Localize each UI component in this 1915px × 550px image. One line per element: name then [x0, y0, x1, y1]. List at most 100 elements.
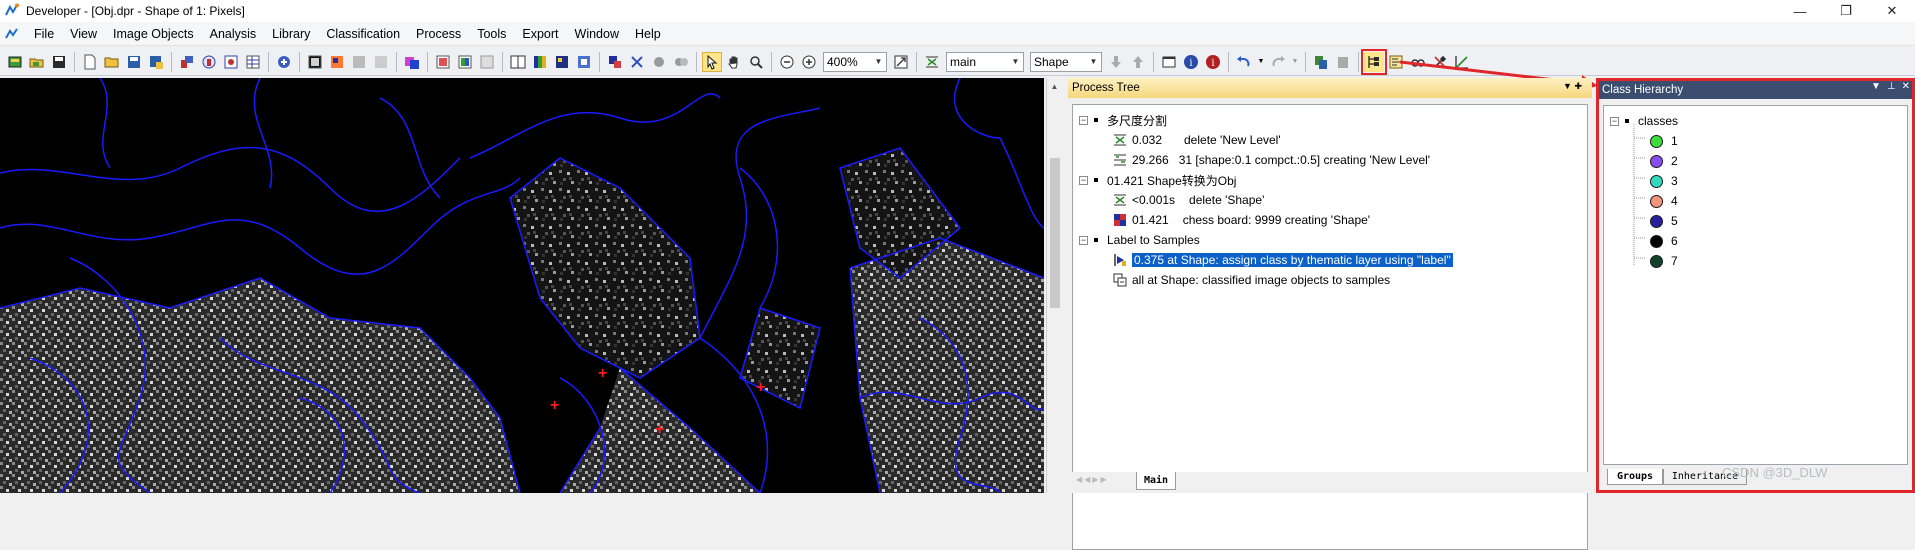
- menu-file[interactable]: File: [26, 22, 62, 46]
- image-viewer[interactable]: + + + +: [0, 78, 1044, 493]
- paste-icon[interactable]: [1333, 52, 1353, 72]
- shape-select[interactable]: Shape ▼: [1030, 51, 1102, 72]
- close-button[interactable]: ✕: [1869, 0, 1915, 22]
- view-layer-icon[interactable]: [305, 52, 325, 72]
- tree-node[interactable]: − 01.421 Shape转换为Obj: [1079, 171, 1236, 189]
- menu-window[interactable]: Window: [567, 22, 627, 46]
- tab-scroll-icon[interactable]: ◀◀▶▶: [1076, 475, 1109, 484]
- menu-analysis[interactable]: Analysis: [202, 22, 265, 46]
- panel-menu-icon[interactable]: ▼: [1871, 81, 1881, 92]
- split-view-icon[interactable]: [508, 52, 528, 72]
- delete-level-icon: [1113, 133, 1127, 147]
- zoom-to-window-icon[interactable]: [891, 52, 911, 72]
- class-item[interactable]: 5: [1650, 212, 1678, 230]
- collapse-icon[interactable]: −: [1079, 175, 1088, 185]
- class-color-icon: [1650, 174, 1663, 188]
- minimize-button[interactable]: —: [1777, 0, 1823, 22]
- class-item[interactable]: 1: [1650, 132, 1678, 150]
- merge-objects-icon[interactable]: [649, 52, 669, 72]
- layer-rgb-icon[interactable]: [433, 52, 453, 72]
- pin-icon[interactable]: ⊥: [1887, 81, 1896, 92]
- edit-highlight-colors-icon[interactable]: [402, 52, 422, 72]
- undo-icon[interactable]: [1234, 52, 1254, 72]
- pointer-icon[interactable]: [702, 51, 722, 72]
- panel-menu-icon[interactable]: ▼ ✚: [1563, 81, 1582, 92]
- menu-tools[interactable]: Tools: [469, 22, 514, 46]
- collapse-icon[interactable]: −: [1079, 115, 1088, 125]
- tree-node[interactable]: 29.266 31 [shape:0.1 compct.:0.5] creati…: [1113, 151, 1430, 169]
- tree-node-selected[interactable]: 0.375 at Shape: assign class by thematic…: [1113, 251, 1454, 269]
- collapse-icon[interactable]: −: [1610, 116, 1619, 126]
- menu-classification[interactable]: Classification: [318, 22, 408, 46]
- document-icon[interactable]: [4, 26, 20, 42]
- tab-main[interactable]: Main: [1136, 472, 1176, 490]
- class-item[interactable]: 7: [1650, 252, 1678, 270]
- segmentation-icon[interactable]: [922, 52, 942, 72]
- scrollbar-thumb[interactable]: [1050, 158, 1060, 308]
- cursor-info-icon[interactable]: [274, 52, 294, 72]
- zoom-out-icon[interactable]: [777, 52, 797, 72]
- new-project-icon[interactable]: [5, 52, 25, 72]
- save-icon[interactable]: [124, 52, 144, 72]
- class-hierarchy-icon[interactable]: [1361, 48, 1387, 75]
- tree-node[interactable]: all at Shape: classified image objects t…: [1113, 271, 1390, 289]
- level-select[interactable]: main ▼: [946, 51, 1024, 72]
- menu-view[interactable]: View: [62, 22, 105, 46]
- pixel-view-icon[interactable]: [552, 52, 572, 72]
- zoom-area-icon[interactable]: [746, 52, 766, 72]
- info-icon[interactable]: i: [1181, 52, 1201, 72]
- open-folder-icon[interactable]: [102, 52, 122, 72]
- scroll-up-icon[interactable]: ▲: [1047, 78, 1062, 94]
- redo-dropdown-icon[interactable]: ▼: [1290, 52, 1300, 72]
- pan-hand-icon[interactable]: [724, 52, 744, 72]
- window-icon[interactable]: [1159, 52, 1179, 72]
- level-down-icon[interactable]: [1106, 52, 1126, 72]
- class-item[interactable]: 6: [1650, 232, 1678, 250]
- zoom-select[interactable]: 400% ▼: [823, 51, 887, 72]
- menu-image-objects[interactable]: Image Objects: [105, 22, 202, 46]
- view-samples-icon[interactable]: [349, 52, 369, 72]
- tree-node[interactable]: 0.032 delete 'New Level': [1113, 131, 1281, 149]
- viewer-vertical-scrollbar[interactable]: ▲: [1046, 78, 1062, 493]
- tree-node[interactable]: − Label to Samples: [1079, 231, 1200, 249]
- class-item[interactable]: 4: [1650, 192, 1678, 210]
- feature-view-icon[interactable]: [199, 52, 219, 72]
- tree-node[interactable]: 01.421 chess board: 9999 creating 'Shape…: [1113, 211, 1370, 229]
- sample-marker-icon: +: [598, 365, 608, 382]
- view-classification-icon[interactable]: [327, 52, 347, 72]
- bands-view-icon[interactable]: [530, 52, 550, 72]
- shape-value: Shape: [1034, 54, 1069, 69]
- menu-export[interactable]: Export: [514, 22, 566, 46]
- view-outlines-icon[interactable]: [371, 52, 391, 72]
- tab-groups[interactable]: Groups: [1607, 469, 1663, 485]
- copy-icon[interactable]: [1311, 52, 1331, 72]
- close-icon[interactable]: ✕: [1902, 81, 1910, 92]
- open-project-icon[interactable]: [27, 52, 47, 72]
- save-project-icon[interactable]: [49, 52, 69, 72]
- cut-objects-icon[interactable]: [627, 52, 647, 72]
- zoom-in-icon[interactable]: [799, 52, 819, 72]
- object-table-icon[interactable]: [243, 52, 263, 72]
- collapse-icon[interactable]: −: [1079, 235, 1088, 245]
- save-as-icon[interactable]: [146, 52, 166, 72]
- select-objects-icon[interactable]: [671, 52, 691, 72]
- tree-node[interactable]: − 多尺度分割: [1079, 111, 1167, 129]
- object-view-icon[interactable]: [574, 52, 594, 72]
- menu-process[interactable]: Process: [408, 22, 469, 46]
- layer-gray-icon[interactable]: [477, 52, 497, 72]
- info-red-icon[interactable]: i: [1203, 52, 1223, 72]
- new-file-icon[interactable]: [80, 52, 100, 72]
- layer-mix-icon[interactable]: [455, 52, 475, 72]
- undo-dropdown-icon[interactable]: ▼: [1256, 52, 1266, 72]
- class-item[interactable]: 2: [1650, 152, 1678, 170]
- level-up-icon[interactable]: [1128, 52, 1148, 72]
- menu-help[interactable]: Help: [627, 22, 669, 46]
- select-features-icon[interactable]: [221, 52, 241, 72]
- image-objects-info-icon[interactable]: [177, 52, 197, 72]
- maximize-button[interactable]: ❐: [1823, 0, 1869, 22]
- redo-icon[interactable]: [1268, 52, 1288, 72]
- class-item[interactable]: 3: [1650, 172, 1678, 190]
- tree-node[interactable]: <0.001s delete 'Shape': [1113, 191, 1264, 209]
- menu-library[interactable]: Library: [264, 22, 318, 46]
- manual-edit-icon[interactable]: [605, 52, 625, 72]
